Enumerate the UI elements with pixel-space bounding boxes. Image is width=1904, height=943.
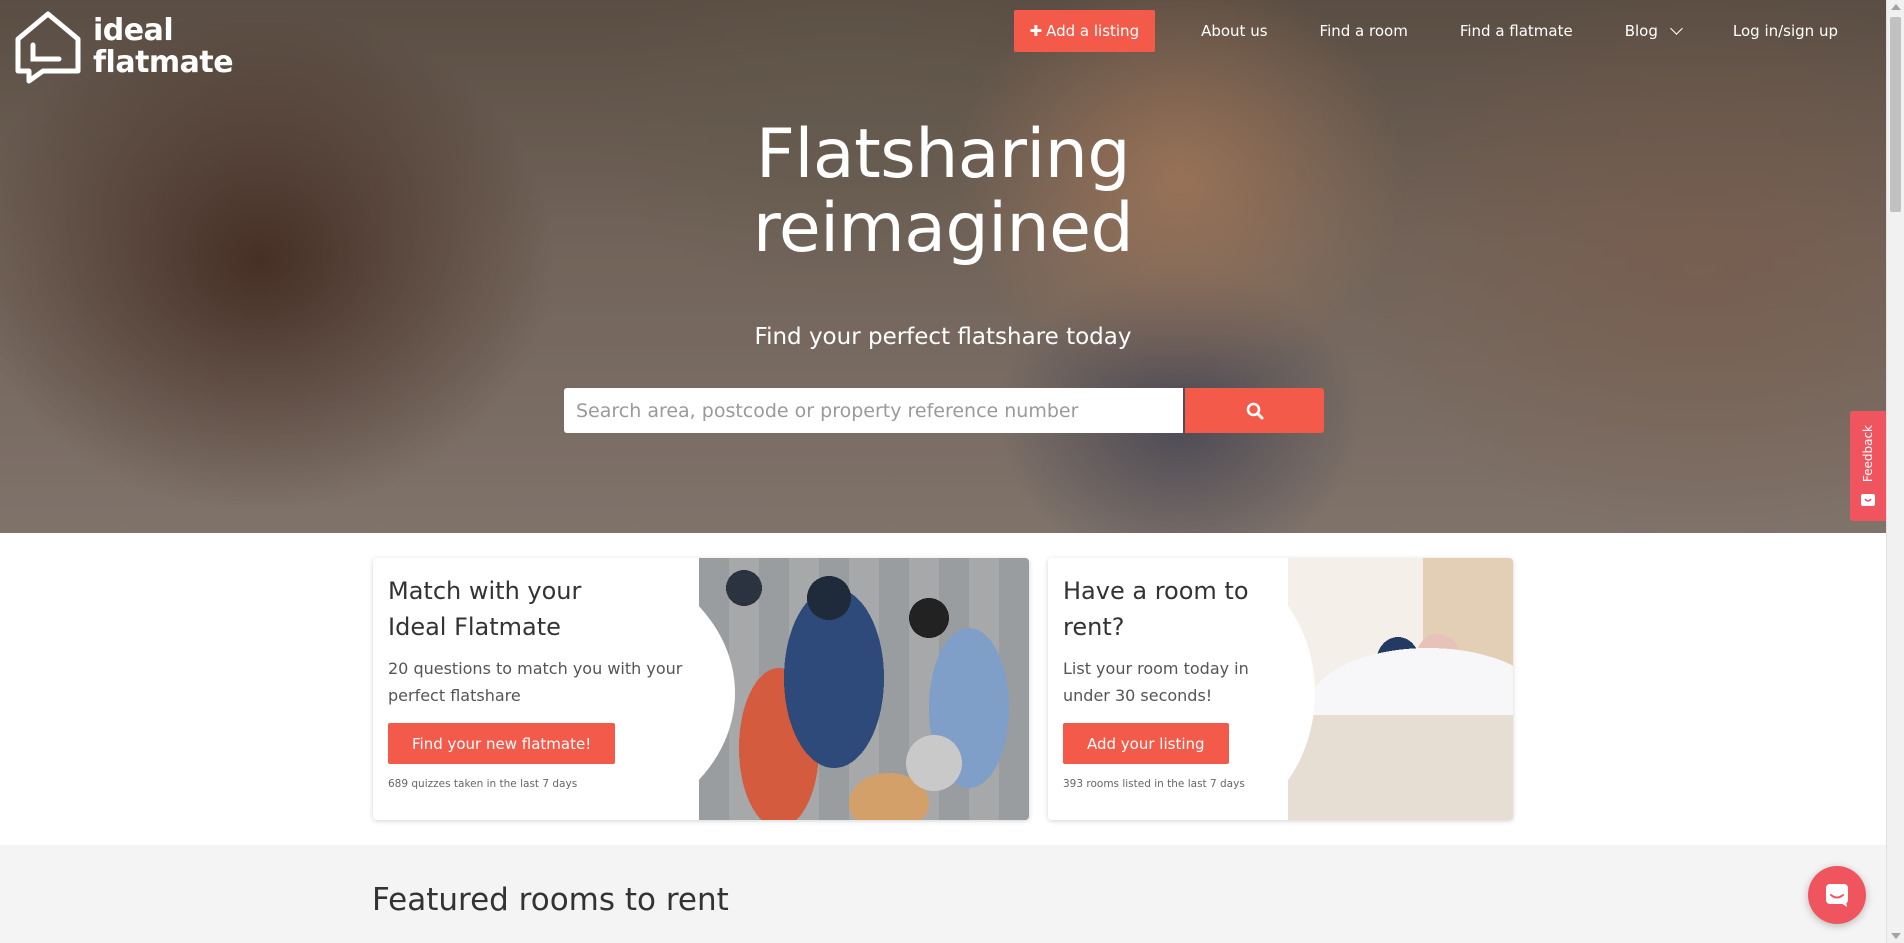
list-room-card: Have a room to rent? List your room toda… xyxy=(1048,558,1513,820)
card-desc-line-2: perfect flatshare xyxy=(388,686,521,705)
nav-find-flatmate[interactable]: Find a flatmate xyxy=(1460,22,1573,40)
plus-icon: ✚ xyxy=(1029,22,1043,40)
search-button[interactable] xyxy=(1185,388,1324,433)
scroll-up-arrow-icon[interactable] xyxy=(1891,4,1901,10)
add-your-listing-button[interactable]: Add your listing xyxy=(1063,723,1229,764)
nav-find-room[interactable]: Find a room xyxy=(1320,22,1408,40)
card-desc-line-1: List your room today in xyxy=(1063,659,1249,678)
logo-wordmark: ideal flatmate xyxy=(93,13,234,80)
page-scrollbar[interactable] xyxy=(1886,0,1904,943)
feedback-label: Feedback xyxy=(1861,425,1875,483)
find-flatmate-button[interactable]: Find your new flatmate! xyxy=(388,723,616,764)
card-title-line-2: rent? xyxy=(1063,613,1125,641)
card-description: 20 questions to match you with your perf… xyxy=(388,655,682,709)
quiz-count-note: 689 quizzes taken in the last 7 days xyxy=(388,778,578,790)
logo-line-2: flatmate xyxy=(93,45,234,80)
card-title-line-1: Match with your xyxy=(388,577,582,605)
search-bar xyxy=(564,388,1324,433)
hero-title-line-1: Flatsharing xyxy=(755,115,1131,194)
feedback-smile-icon xyxy=(1861,493,1875,506)
hero-title-line-2: reimagined xyxy=(752,189,1134,268)
card-content: Have a room to rent? List your room toda… xyxy=(1063,573,1249,790)
hero-banner: ideal flatmate ✚ Add a listing About us … xyxy=(0,0,1886,533)
scroll-thumb[interactable] xyxy=(1890,17,1901,212)
feedback-tab[interactable]: Feedback xyxy=(1850,411,1886,521)
card-photo-bedroom xyxy=(1288,558,1513,820)
card-title-line-1: Have a room to xyxy=(1063,577,1249,605)
rooms-listed-note: 393 rooms listed in the last 7 days xyxy=(1063,778,1245,790)
card-title: Have a room to rent? xyxy=(1063,573,1249,645)
add-listing-button[interactable]: ✚ Add a listing xyxy=(1013,10,1156,52)
promo-cards-section: Match with your Ideal Flatmate 20 questi… xyxy=(0,533,1886,845)
search-input[interactable] xyxy=(564,388,1183,433)
chat-bubble-icon xyxy=(1826,884,1848,907)
hero-subtitle: Find your perfect flatshare today xyxy=(754,324,1132,350)
hero-title: Flatsharing reimagined xyxy=(0,118,1886,266)
match-flatmate-card: Match with your Ideal Flatmate 20 questi… xyxy=(373,558,1029,820)
add-listing-label: Add a listing xyxy=(1046,22,1140,40)
nav-about-us[interactable]: About us xyxy=(1201,22,1267,40)
featured-rooms-heading: Featured rooms to rent xyxy=(372,882,729,918)
top-nav: ✚ Add a listing About us Find a room Fin… xyxy=(1013,10,1838,52)
chat-launcher-button[interactable] xyxy=(1808,866,1866,924)
card-title: Match with your Ideal Flatmate xyxy=(388,573,682,645)
logo-house-chat-icon xyxy=(15,11,81,84)
scroll-down-arrow-icon[interactable] xyxy=(1891,933,1901,939)
logo-line-1: ideal xyxy=(93,13,174,48)
card-desc-line-2: under 30 seconds! xyxy=(1063,686,1213,705)
card-photo-party xyxy=(699,558,1029,820)
card-content: Match with your Ideal Flatmate 20 questi… xyxy=(388,573,682,790)
nav-login[interactable]: Log in/sign up xyxy=(1733,22,1838,40)
search-icon xyxy=(1246,402,1263,419)
card-title-line-2: Ideal Flatmate xyxy=(388,613,561,641)
site-logo[interactable]: ideal flatmate xyxy=(13,9,234,85)
card-desc-line-1: 20 questions to match you with your xyxy=(388,659,683,678)
nav-blog[interactable]: Blog xyxy=(1624,22,1683,40)
card-description: List your room today in under 30 seconds… xyxy=(1063,655,1249,709)
chevron-down-icon xyxy=(1670,22,1683,35)
nav-blog-label: Blog xyxy=(1624,22,1658,40)
